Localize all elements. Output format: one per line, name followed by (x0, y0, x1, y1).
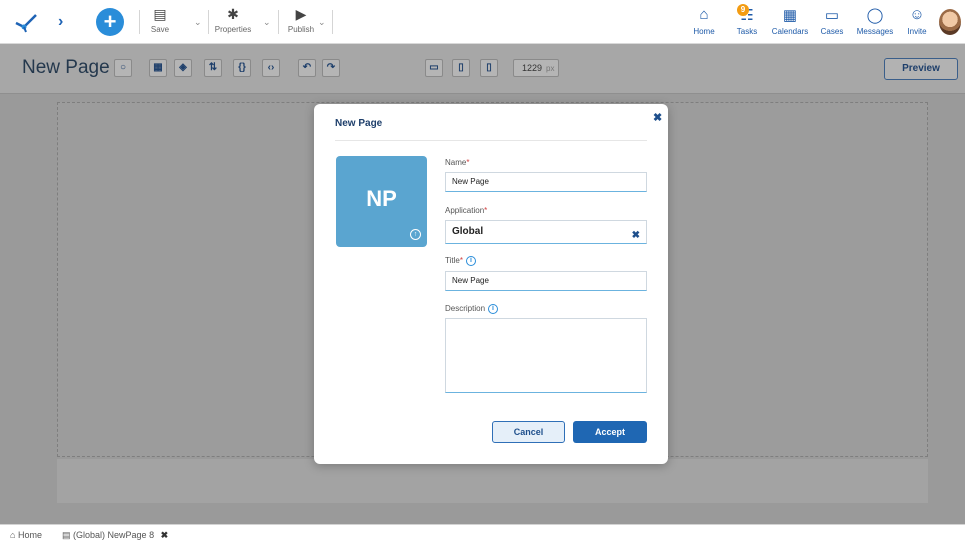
properties-button[interactable]: ✱ Properties (212, 6, 254, 34)
upload-icon[interactable]: ↑ (410, 229, 421, 240)
accept-button[interactable]: Accept (573, 421, 647, 443)
publish-dropdown-chevron-icon[interactable]: ⌄ (318, 17, 326, 28)
page-settings-circle-icon[interactable]: ○ (114, 59, 132, 77)
description-label-text: Description (445, 304, 486, 314)
info-icon[interactable]: i (465, 256, 476, 266)
nav-invite[interactable]: ☺ Invite (906, 6, 928, 36)
divider (335, 140, 647, 141)
user-avatar[interactable] (939, 9, 961, 35)
page-initials: NP (366, 186, 397, 211)
publish-button[interactable]: ▶ Publish (285, 6, 317, 34)
nav-cases[interactable]: ▭ Cases (820, 6, 844, 36)
grid-layout-icon[interactable]: ▦ (149, 59, 167, 77)
nav-home-label: Home (693, 27, 715, 36)
info-icon[interactable]: i (488, 304, 499, 314)
page-title: New Page (22, 57, 110, 78)
dialog-title: New Page (335, 118, 383, 129)
application-value: Global (452, 226, 484, 237)
top-toolbar: › + ▤ Save ⌄ ✱ Properties ⌄ ▶ Publish ⌄ … (0, 0, 965, 44)
clear-icon[interactable]: ✖ (632, 225, 640, 247)
name-label: Name* (445, 158, 469, 167)
properties-label: Properties (214, 25, 252, 34)
play-icon: ▶ (295, 6, 307, 22)
page-icon: ▤ (62, 530, 71, 540)
braces-icon[interactable]: {} (233, 59, 251, 77)
app-logo-icon[interactable] (14, 11, 38, 33)
tab-page-label: (Global) NewPage 8 (73, 530, 155, 540)
desktop-view-icon[interactable]: ▭ (425, 59, 443, 77)
save-dropdown-chevron-icon[interactable]: ⌄ (194, 17, 202, 28)
name-field[interactable]: New Page (445, 172, 647, 192)
cancel-button[interactable]: Cancel (492, 421, 565, 443)
save-label: Save (150, 25, 170, 34)
preview-button[interactable]: Preview (884, 58, 958, 80)
nav-messages-label: Messages (856, 27, 894, 36)
nav-messages[interactable]: ◯ Messages (855, 6, 895, 36)
home-icon: ⌂ (699, 6, 709, 23)
description-label: Description i (445, 304, 499, 314)
properties-dropdown-chevron-icon[interactable]: ⌄ (263, 17, 271, 28)
title-label: Title* i (445, 256, 476, 266)
save-button[interactable]: ▤ Save (150, 6, 170, 34)
canvas-width-unit: px (546, 64, 555, 73)
close-icon[interactable]: ✖ (653, 111, 662, 124)
divider (278, 10, 279, 34)
tablet-view-icon[interactable]: ▯ (452, 59, 470, 77)
tab-home-label: Home (17, 530, 42, 540)
save-icon: ▤ (153, 6, 167, 22)
redo-icon[interactable]: ↷ (322, 59, 340, 77)
expand-chevron-icon[interactable]: › (58, 13, 63, 31)
canvas-width-input[interactable]: 1229 px (513, 59, 559, 77)
required-mark: * (459, 256, 463, 266)
add-button[interactable]: + (96, 8, 124, 36)
nav-tasks[interactable]: ☷ 9 Tasks (734, 4, 760, 36)
chat-bubble-icon: ◯ (866, 7, 884, 24)
application-label-text: Application (445, 206, 485, 215)
page-canvas-footer[interactable] (57, 459, 928, 503)
nav-home[interactable]: ⌂ Home (693, 6, 715, 36)
name-label-text: Name (445, 158, 467, 167)
nav-calendars[interactable]: ▦ Calendars (770, 6, 810, 36)
title-label-text: Title (445, 256, 460, 266)
title-value: New Page (452, 276, 489, 285)
data-flow-icon[interactable]: ⇅ (204, 59, 222, 77)
briefcase-icon: ▭ (824, 7, 840, 24)
required-mark: * (484, 206, 488, 215)
nav-invite-label: Invite (907, 27, 927, 36)
mobile-view-icon[interactable]: ▯ (480, 59, 498, 77)
layers-icon[interactable]: ◈ (174, 59, 192, 77)
home-icon: ⌂ (10, 530, 16, 540)
tasks-count-badge: 9 (737, 4, 749, 16)
tab-home[interactable]: ⌂ Home (10, 530, 42, 540)
bottom-tab-bar: ⌂ Home ▤ (Global) NewPage 8 ✖ (0, 524, 965, 546)
undo-icon[interactable]: ↶ (298, 59, 316, 77)
code-icon[interactable]: ‹› (262, 59, 280, 77)
publish-label: Publish (287, 25, 315, 34)
divider (208, 10, 209, 34)
description-textarea[interactable] (445, 318, 647, 393)
nav-tasks-label: Tasks (736, 27, 758, 36)
application-label: Application* (445, 206, 487, 215)
add-user-icon: ☺ (909, 6, 925, 23)
divider (332, 10, 333, 34)
title-field[interactable]: New Page (445, 271, 647, 291)
canvas-width-value: 1229 (522, 63, 543, 73)
calendar-icon: ▦ (782, 7, 798, 24)
gear-icon: ✱ (227, 6, 239, 22)
divider (139, 10, 140, 34)
nav-calendars-label: Calendars (771, 27, 809, 36)
application-select[interactable]: Global ✖ (445, 220, 647, 244)
tab-page[interactable]: ▤ (Global) NewPage 8 ✖ (62, 530, 168, 541)
new-page-dialog: New Page ✖ NP ↑ Name* New Page Applicati… (314, 104, 668, 464)
nav-cases-label: Cases (820, 27, 844, 36)
required-mark: * (466, 158, 470, 167)
name-value: New Page (452, 177, 489, 186)
close-tab-icon[interactable]: ✖ (161, 530, 169, 540)
